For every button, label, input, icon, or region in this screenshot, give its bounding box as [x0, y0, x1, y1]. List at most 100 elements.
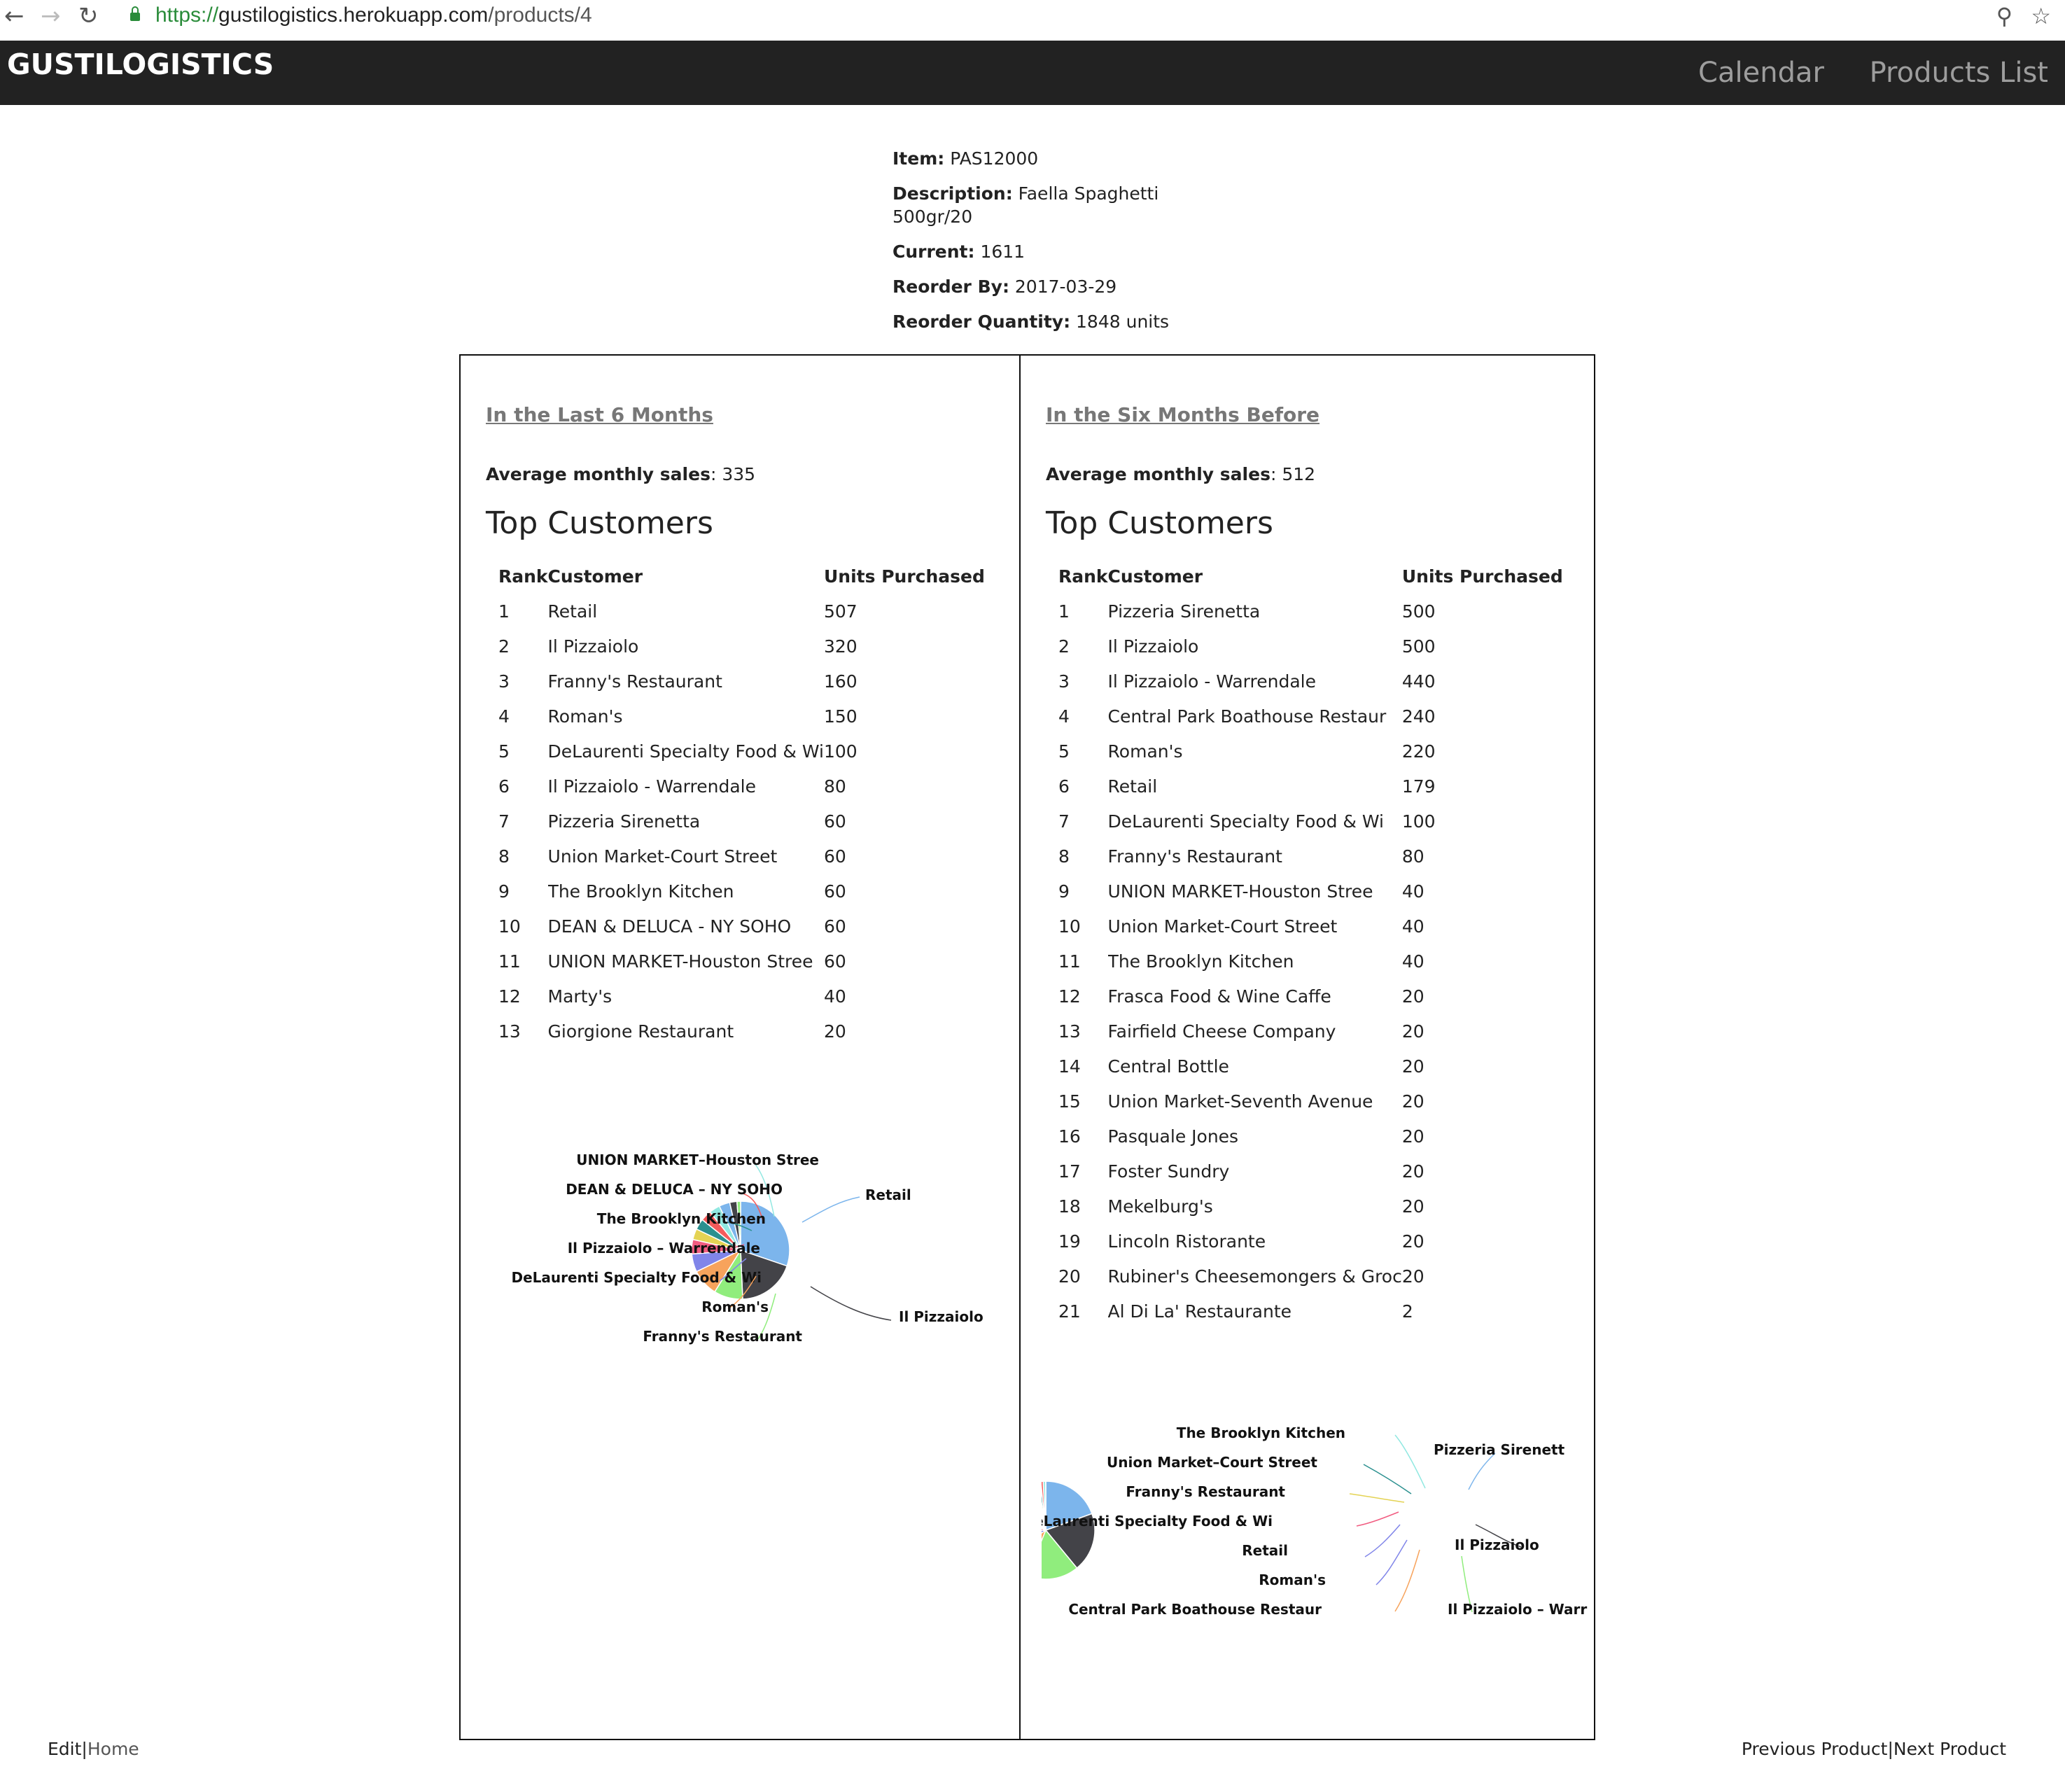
- col-units: Units Purchased: [824, 566, 985, 587]
- units-cell: 100: [824, 741, 858, 762]
- customer-cell: Union Market-Seventh Avenue: [1107, 1091, 1373, 1112]
- rank-cell: 14: [1058, 1056, 1081, 1077]
- pie-label: Il Pizzaiolo: [899, 1308, 983, 1325]
- units-cell: 160: [824, 671, 858, 692]
- home-link[interactable]: Home: [88, 1739, 139, 1759]
- rank-cell: 1: [498, 601, 510, 622]
- previous-product-link[interactable]: Previous Product: [1742, 1739, 1888, 1759]
- table-row: 8 Franny's Restaurant 80: [1046, 839, 1563, 874]
- table-row: 5 Roman's 220: [1046, 734, 1563, 769]
- url-scheme: https://: [155, 4, 219, 27]
- next-product-link[interactable]: Next Product: [1893, 1739, 2006, 1759]
- table-row: 21 Al Di La' Restaurante 2: [1046, 1294, 1563, 1329]
- rank-cell: 19: [1058, 1231, 1081, 1252]
- nav-calendar-link[interactable]: Calendar: [1698, 57, 1824, 89]
- units-cell: 20: [1401, 1091, 1424, 1112]
- pie-label: Union Market–Court Street: [1107, 1454, 1317, 1471]
- units-cell: 2: [1401, 1301, 1413, 1322]
- units-cell: 80: [1401, 846, 1424, 867]
- customer-cell: Franny's Restaurant: [1107, 846, 1282, 867]
- pie-connector: [810, 1286, 892, 1321]
- edit-link[interactable]: Edit: [48, 1739, 81, 1759]
- customer-cell: Il Pizzaiolo: [1107, 636, 1199, 657]
- pie-connector: [802, 1196, 860, 1223]
- customer-cell: Franny's Restaurant: [547, 671, 722, 692]
- nav-products-list-link[interactable]: Products List: [1870, 57, 2048, 89]
- table-row: 1 Pizzeria Sirenetta 500: [1046, 594, 1563, 629]
- pie-label: Il Pizzaiolo: [1455, 1536, 1539, 1553]
- table-row: 6 Il Pizzaiolo - Warrendale 80: [486, 769, 985, 804]
- bookmark-star-icon[interactable]: ☆: [2031, 3, 2051, 29]
- pie-connector: [1364, 1524, 1401, 1558]
- rank-cell: 13: [1058, 1021, 1081, 1042]
- customer-cell: Mekelburg's: [1107, 1196, 1213, 1217]
- col-rank: Rank: [1058, 566, 1108, 587]
- rank-cell: 5: [498, 741, 510, 762]
- rank-cell: 6: [498, 776, 510, 797]
- units-cell: 500: [1401, 601, 1436, 622]
- pie-connector: [1394, 1549, 1420, 1612]
- pie-label: Il Pizzaiolo – Warrend: [1448, 1601, 1588, 1618]
- table-row: 16 Pasquale Jones 20: [1046, 1119, 1563, 1154]
- rank-cell: 13: [498, 1021, 521, 1042]
- pie-label: Central Park Boathouse Restaur: [1068, 1601, 1322, 1618]
- forward-icon[interactable]: →: [41, 0, 61, 32]
- customer-cell: DeLaurenti Specialty Food & Wi: [1107, 811, 1384, 832]
- period-title[interactable]: In the Last 6 Months: [486, 403, 713, 426]
- customer-cell: Il Pizzaiolo: [547, 636, 639, 657]
- lock-icon: [130, 6, 140, 21]
- pie-label: Il Pizzaiolo – Warrendale: [568, 1240, 760, 1256]
- units-cell: 440: [1401, 671, 1436, 692]
- nav-links: Calendar Products List: [1662, 41, 2048, 105]
- customer-cell: Retail: [1107, 776, 1158, 797]
- rank-cell: 8: [498, 846, 510, 867]
- units-cell: 60: [824, 811, 846, 832]
- top-customers-heading: Top Customers: [486, 505, 713, 541]
- avg-label: Average monthly sales: [486, 464, 710, 484]
- table-row: 10 Union Market-Court Street 40: [1046, 909, 1563, 944]
- reload-icon[interactable]: ↻: [78, 0, 99, 32]
- pie-connector: [1363, 1464, 1412, 1494]
- pie-label: Retail: [1242, 1542, 1288, 1559]
- address-bar[interactable]: https://gustilogistics.herokuapp.com/pro…: [116, 0, 1922, 32]
- units-cell: 20: [1401, 986, 1424, 1007]
- rank-cell: 6: [1058, 776, 1070, 797]
- rank-cell: 12: [498, 986, 521, 1007]
- description-row: Description: Faella Spaghetti 500gr/20: [892, 182, 1186, 228]
- back-icon[interactable]: ←: [4, 0, 24, 32]
- reorder-by-row: Reorder By: 2017-03-29: [892, 275, 1186, 298]
- pie-label: Roman's: [1259, 1572, 1326, 1588]
- url-path: /products/4: [488, 4, 592, 27]
- brand-logo[interactable]: GUSTILOGISTICS: [7, 41, 274, 88]
- customer-cell: Pizzeria Sirenetta: [547, 811, 701, 832]
- average-monthly-sales: Average monthly sales: 512: [1046, 464, 1315, 484]
- table-row: 12 Frasca Food & Wine Caffe 20: [1046, 979, 1563, 1014]
- pie-label: Roman's: [701, 1298, 769, 1315]
- item-row: Item: PAS12000: [892, 147, 1186, 170]
- description-label: Description:: [892, 183, 1013, 204]
- pie-label: DeLaurenti Specialty Food & Wi: [511, 1269, 762, 1286]
- reorder-by-value: 2017-03-29: [1014, 276, 1117, 297]
- rank-cell: 2: [498, 636, 510, 657]
- table-row: 3 Il Pizzaiolo - Warrendale 440: [1046, 664, 1563, 699]
- rank-cell: 18: [1058, 1196, 1081, 1217]
- rank-cell: 11: [498, 951, 521, 972]
- pie-connector: [1376, 1539, 1408, 1586]
- customer-cell: Central Bottle: [1107, 1056, 1229, 1077]
- pie-label: DEAN & DELUCA – NY SOHO: [566, 1181, 783, 1198]
- customer-cell: DeLaurenti Specialty Food & Wi: [547, 741, 824, 762]
- pie-connector: [1468, 1452, 1496, 1490]
- pie-label: DeLaurenti Specialty Food & Wi: [1042, 1513, 1273, 1530]
- rank-cell: 10: [498, 916, 521, 937]
- current-label: Current:: [892, 241, 975, 262]
- table-row: 13 Giorgione Restaurant 20: [486, 1014, 985, 1049]
- units-cell: 20: [1401, 1231, 1424, 1252]
- period-title[interactable]: In the Six Months Before: [1046, 403, 1320, 426]
- customer-cell: Marty's: [547, 986, 612, 1007]
- zoom-icon[interactable]: ⚲: [1996, 3, 2012, 29]
- description-value: Faella Spaghetti: [1018, 183, 1159, 204]
- units-cell: 40: [824, 986, 846, 1007]
- customer-cell: Frasca Food & Wine Caffe: [1107, 986, 1331, 1007]
- customer-cell: Al Di La' Restaurante: [1107, 1301, 1292, 1322]
- avg-value: : 335: [710, 464, 756, 484]
